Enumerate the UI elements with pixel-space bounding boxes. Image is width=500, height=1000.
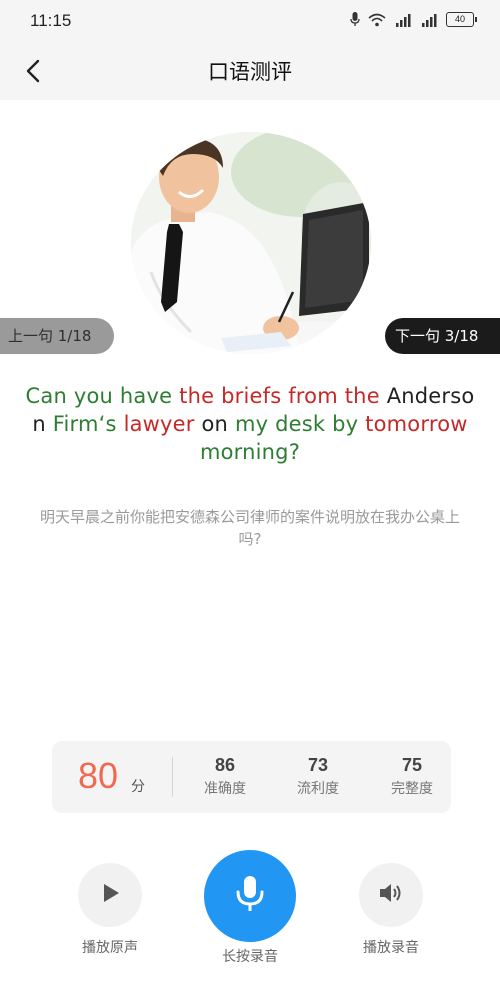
total-score-unit: 分 <box>131 779 145 795</box>
completeness-score-value: 75 <box>401 755 423 775</box>
status-bar: 11:15 40 <box>0 0 500 42</box>
play-recording-button[interactable] <box>359 863 423 927</box>
play-original-label: 播放原声 <box>82 940 138 956</box>
total-score: 80 <box>78 755 119 796</box>
wifi-icon <box>368 13 386 27</box>
sentence-segment: Firm‘s <box>52 412 124 436</box>
sentence-segment: tomorrow <box>365 412 468 436</box>
header: 口语测评 <box>0 42 500 100</box>
sentence-illustration <box>131 132 371 354</box>
microphone-icon <box>235 875 265 917</box>
page-title: 口语测评 <box>208 60 292 84</box>
fluency-score: 73 流利度 <box>278 755 358 798</box>
chinese-translation: 明天早晨之前你能把安德森公司律师的案件说明放在我办公桌上吗? <box>39 508 460 548</box>
play-original-button[interactable] <box>78 863 142 927</box>
sentence-segment: Can you have <box>25 384 180 408</box>
signal-4g-icon <box>420 13 438 27</box>
status-icons: 40 <box>350 12 477 27</box>
status-time: 11:15 <box>30 11 72 30</box>
mic-icon <box>350 12 360 27</box>
completeness-score: 75 完整度 <box>372 755 452 798</box>
sentence-segment: on <box>201 412 235 436</box>
battery-icon: 40 <box>446 12 477 27</box>
play-icon <box>98 881 122 909</box>
hold-record-control: 长按录音 <box>200 850 300 966</box>
english-sentence: Can you have the briefs from the Anderso… <box>20 382 480 466</box>
sentence-segment: morning? <box>199 440 301 464</box>
play-recording-control: 播放录音 <box>349 863 433 957</box>
play-original-control: 播放原声 <box>68 863 152 957</box>
signal-4g-icon <box>394 13 412 27</box>
accuracy-score: 86 准确度 <box>185 755 265 798</box>
fluency-score-value: 73 <box>307 755 329 775</box>
next-sentence-button[interactable]: 下一句 3/18 <box>385 318 500 354</box>
play-recording-label: 播放录音 <box>363 940 419 956</box>
hold-record-button[interactable] <box>204 850 296 942</box>
sentence-segment: my desk by <box>234 412 366 436</box>
accuracy-score-value: 86 <box>214 755 236 775</box>
sentence-segment: the briefs from the <box>179 384 387 408</box>
fluency-score-label: 流利度 <box>297 781 339 797</box>
hold-record-label: 长按录音 <box>222 949 278 965</box>
speaker-icon <box>378 882 404 908</box>
sentence-segment: lawyer <box>123 412 202 436</box>
score-divider <box>172 757 173 797</box>
accuracy-score-label: 准确度 <box>204 781 246 797</box>
previous-sentence-button[interactable]: 上一句 1/18 <box>0 318 114 354</box>
completeness-score-label: 完整度 <box>391 781 433 797</box>
score-card: 80 分 86 准确度 73 流利度 75 完整度 <box>52 741 451 813</box>
